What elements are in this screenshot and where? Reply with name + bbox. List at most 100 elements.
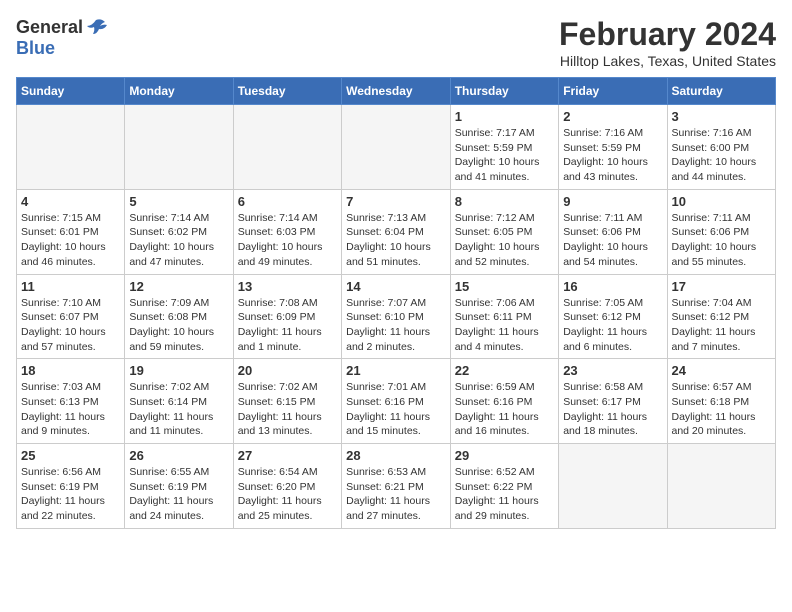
day-number: 7 xyxy=(346,194,446,209)
logo-general-text: General xyxy=(16,17,83,38)
calendar-cell: 10 Sunrise: 7:11 AMSunset: 6:06 PMDayligh… xyxy=(667,189,776,274)
day-number: 20 xyxy=(238,363,337,378)
day-number: 8 xyxy=(455,194,554,209)
calendar-cell: 2 Sunrise: 7:16 AMSunset: 5:59 PMDaylight… xyxy=(559,105,667,190)
day-number: 11 xyxy=(21,279,120,294)
day-number: 25 xyxy=(21,448,120,463)
day-info: Sunrise: 7:08 AMSunset: 6:09 PMDaylight:… xyxy=(238,296,337,355)
day-info: Sunrise: 6:54 AMSunset: 6:20 PMDaylight:… xyxy=(238,465,337,524)
day-info: Sunrise: 6:53 AMSunset: 6:21 PMDaylight:… xyxy=(346,465,446,524)
day-number: 5 xyxy=(129,194,228,209)
calendar-cell: 23Sunrise: 6:58 AMSunset: 6:17 PMDayligh… xyxy=(559,359,667,444)
day-info: Sunrise: 7:11 AMSunset: 6:06 PMDaylight:… xyxy=(672,211,772,270)
day-info: Sunrise: 7:17 AMSunset: 5:59 PMDaylight:… xyxy=(455,126,554,185)
calendar-cell: 28 Sunrise: 6:53 AMSunset: 6:21 PMDayligh… xyxy=(342,444,451,529)
day-info: Sunrise: 7:07 AMSunset: 6:10 PMDaylight:… xyxy=(346,296,446,355)
col-header-thursday: Thursday xyxy=(450,78,558,105)
calendar-cell: 13 Sunrise: 7:08 AMSunset: 6:09 PMDayligh… xyxy=(233,274,341,359)
day-number: 21 xyxy=(346,363,446,378)
calendar-week-row: 11 Sunrise: 7:10 AMSunset: 6:07 PMDayligh… xyxy=(17,274,776,359)
day-number: 27 xyxy=(238,448,337,463)
calendar-table: SundayMondayTuesdayWednesdayThursdayFrid… xyxy=(16,77,776,529)
day-number: 2 xyxy=(563,109,662,124)
day-number: 16 xyxy=(563,279,662,294)
calendar-cell: 17 Sunrise: 7:04 AMSunset: 6:12 PMDayligh… xyxy=(667,274,776,359)
day-number: 13 xyxy=(238,279,337,294)
day-info: Sunrise: 6:57 AMSunset: 6:18 PMDaylight:… xyxy=(672,380,772,439)
logo-blue-text: Blue xyxy=(16,38,55,59)
day-info: Sunrise: 7:16 AMSunset: 6:00 PMDaylight:… xyxy=(672,126,772,185)
title-area: February 2024 Hilltop Lakes, Texas, Unit… xyxy=(559,16,776,69)
day-number: 28 xyxy=(346,448,446,463)
day-number: 4 xyxy=(21,194,120,209)
day-info: Sunrise: 7:10 AMSunset: 6:07 PMDaylight:… xyxy=(21,296,120,355)
day-info: Sunrise: 7:09 AMSunset: 6:08 PMDaylight:… xyxy=(129,296,228,355)
day-number: 29 xyxy=(455,448,554,463)
day-number: 10 xyxy=(672,194,772,209)
day-number: 22 xyxy=(455,363,554,378)
col-header-tuesday: Tuesday xyxy=(233,78,341,105)
day-number: 18 xyxy=(21,363,120,378)
calendar-cell: 11 Sunrise: 7:10 AMSunset: 6:07 PMDayligh… xyxy=(17,274,125,359)
calendar-cell: 8 Sunrise: 7:12 AMSunset: 6:05 PMDaylight… xyxy=(450,189,558,274)
day-info: Sunrise: 7:01 AMSunset: 6:16 PMDaylight:… xyxy=(346,380,446,439)
month-title: February 2024 xyxy=(559,16,776,53)
calendar-cell: 16 Sunrise: 7:05 AMSunset: 6:12 PMDayligh… xyxy=(559,274,667,359)
calendar-cell xyxy=(233,105,341,190)
calendar-cell: 26 Sunrise: 6:55 AMSunset: 6:19 PMDayligh… xyxy=(125,444,233,529)
day-number: 24 xyxy=(672,363,772,378)
day-number: 19 xyxy=(129,363,228,378)
calendar-cell: 21 Sunrise: 7:01 AMSunset: 6:16 PMDayligh… xyxy=(342,359,451,444)
calendar-cell: 20 Sunrise: 7:02 AMSunset: 6:15 PMDayligh… xyxy=(233,359,341,444)
day-number: 12 xyxy=(129,279,228,294)
day-number: 23 xyxy=(563,363,662,378)
calendar-cell: 5 Sunrise: 7:14 AMSunset: 6:02 PMDaylight… xyxy=(125,189,233,274)
calendar-cell: 6 Sunrise: 7:14 AMSunset: 6:03 PMDaylight… xyxy=(233,189,341,274)
day-number: 9 xyxy=(563,194,662,209)
day-info: Sunrise: 6:55 AMSunset: 6:19 PMDaylight:… xyxy=(129,465,228,524)
calendar-cell xyxy=(342,105,451,190)
calendar-cell xyxy=(125,105,233,190)
calendar-cell: 4 Sunrise: 7:15 AMSunset: 6:01 PMDaylight… xyxy=(17,189,125,274)
day-number: 6 xyxy=(238,194,337,209)
day-info: Sunrise: 7:02 AMSunset: 6:15 PMDaylight:… xyxy=(238,380,337,439)
day-info: Sunrise: 7:11 AMSunset: 6:06 PMDaylight:… xyxy=(563,211,662,270)
calendar-cell: 14Sunrise: 7:07 AMSunset: 6:10 PMDayligh… xyxy=(342,274,451,359)
day-info: Sunrise: 7:15 AMSunset: 6:01 PMDaylight:… xyxy=(21,211,120,270)
calendar-cell: 1Sunrise: 7:17 AMSunset: 5:59 PMDaylight… xyxy=(450,105,558,190)
logo: General Blue xyxy=(16,16,107,59)
day-info: Sunrise: 7:16 AMSunset: 5:59 PMDaylight:… xyxy=(563,126,662,185)
col-header-sunday: Sunday xyxy=(17,78,125,105)
day-number: 3 xyxy=(672,109,772,124)
calendar-week-row: 1Sunrise: 7:17 AMSunset: 5:59 PMDaylight… xyxy=(17,105,776,190)
day-info: Sunrise: 7:12 AMSunset: 6:05 PMDaylight:… xyxy=(455,211,554,270)
calendar-cell xyxy=(17,105,125,190)
calendar-week-row: 4 Sunrise: 7:15 AMSunset: 6:01 PMDaylight… xyxy=(17,189,776,274)
day-info: Sunrise: 6:56 AMSunset: 6:19 PMDaylight:… xyxy=(21,465,120,524)
logo-bird-icon xyxy=(85,16,107,38)
calendar-cell xyxy=(667,444,776,529)
calendar-cell: 15 Sunrise: 7:06 AMSunset: 6:11 PMDayligh… xyxy=(450,274,558,359)
calendar-cell: 19Sunrise: 7:02 AMSunset: 6:14 PMDayligh… xyxy=(125,359,233,444)
calendar-cell: 29 Sunrise: 6:52 AMSunset: 6:22 PMDayligh… xyxy=(450,444,558,529)
calendar-week-row: 25 Sunrise: 6:56 AMSunset: 6:19 PMDayligh… xyxy=(17,444,776,529)
calendar-cell: 3 Sunrise: 7:16 AMSunset: 6:00 PMDaylight… xyxy=(667,105,776,190)
day-info: Sunrise: 6:52 AMSunset: 6:22 PMDaylight:… xyxy=(455,465,554,524)
calendar-cell: 18Sunrise: 7:03 AMSunset: 6:13 PMDayligh… xyxy=(17,359,125,444)
header: General Blue February 2024 Hilltop Lakes… xyxy=(16,16,776,69)
calendar-cell: 22Sunrise: 6:59 AMSunset: 6:16 PMDayligh… xyxy=(450,359,558,444)
col-header-friday: Friday xyxy=(559,78,667,105)
day-info: Sunrise: 7:06 AMSunset: 6:11 PMDaylight:… xyxy=(455,296,554,355)
col-header-monday: Monday xyxy=(125,78,233,105)
day-number: 26 xyxy=(129,448,228,463)
day-number: 15 xyxy=(455,279,554,294)
calendar-header-row: SundayMondayTuesdayWednesdayThursdayFrid… xyxy=(17,78,776,105)
day-info: Sunrise: 7:14 AMSunset: 6:03 PMDaylight:… xyxy=(238,211,337,270)
day-info: Sunrise: 7:14 AMSunset: 6:02 PMDaylight:… xyxy=(129,211,228,270)
calendar-week-row: 18Sunrise: 7:03 AMSunset: 6:13 PMDayligh… xyxy=(17,359,776,444)
calendar-cell: 27 Sunrise: 6:54 AMSunset: 6:20 PMDayligh… xyxy=(233,444,341,529)
day-number: 17 xyxy=(672,279,772,294)
day-info: Sunrise: 7:04 AMSunset: 6:12 PMDaylight:… xyxy=(672,296,772,355)
col-header-wednesday: Wednesday xyxy=(342,78,451,105)
day-info: Sunrise: 7:05 AMSunset: 6:12 PMDaylight:… xyxy=(563,296,662,355)
